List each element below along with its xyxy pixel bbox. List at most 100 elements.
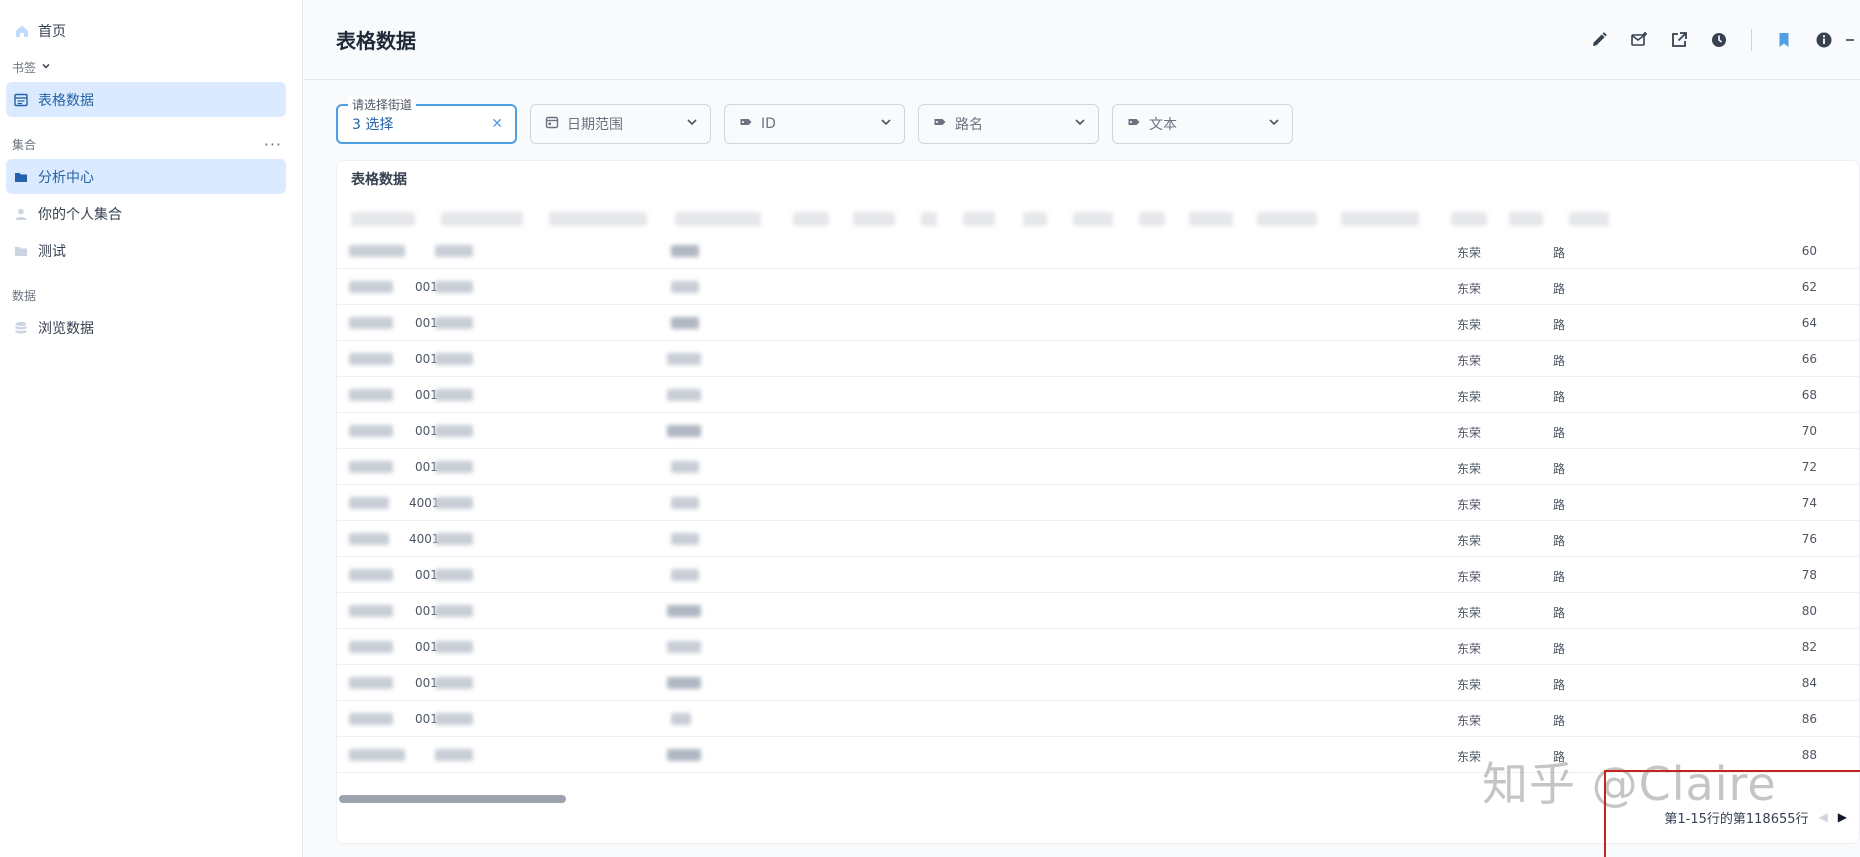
sidebar-item-browse-data[interactable]: 浏览数据 bbox=[6, 310, 286, 345]
column-header[interactable] bbox=[1189, 212, 1233, 226]
calendar-icon bbox=[545, 115, 559, 133]
column-header[interactable] bbox=[853, 212, 895, 226]
sidebar-item-personal-collection[interactable]: 你的个人集合 bbox=[6, 196, 286, 231]
number-cell: 78 bbox=[1801, 568, 1817, 582]
redacted-cell bbox=[667, 425, 701, 437]
table-icon bbox=[13, 92, 29, 108]
redacted-cell bbox=[667, 389, 701, 401]
sidebar-item-label: 你的个人集合 bbox=[38, 206, 122, 223]
toolbar-divider bbox=[1751, 28, 1752, 51]
redacted-cell bbox=[667, 353, 701, 365]
table-row[interactable]: 001 东荣 路 78 bbox=[337, 557, 1859, 593]
table-row[interactable]: 001 东荣 路 80 bbox=[337, 593, 1859, 629]
main-content: 表格数据 请选择街道 3 选择 ✕ 日期范围 ID 路名 文本 表格数据 东荣 … bbox=[304, 0, 1860, 857]
info-icon[interactable] bbox=[1804, 20, 1844, 60]
page-title: 表格数据 bbox=[336, 29, 416, 53]
column-header[interactable] bbox=[1257, 212, 1317, 226]
table-row[interactable]: 001 东荣 路 66 bbox=[337, 341, 1859, 377]
column-header[interactable] bbox=[1341, 212, 1419, 226]
district-cell: 东荣 bbox=[1457, 498, 1482, 512]
column-header[interactable] bbox=[793, 212, 829, 226]
street-filter[interactable]: 请选择街道 3 选择 ✕ bbox=[336, 96, 517, 144]
number-cell: 86 bbox=[1801, 712, 1817, 726]
column-header[interactable] bbox=[675, 212, 761, 226]
filter-label: ID bbox=[761, 116, 776, 132]
redacted-cell bbox=[349, 497, 389, 509]
share-icon[interactable] bbox=[1659, 20, 1699, 60]
column-header[interactable] bbox=[1509, 212, 1543, 226]
column-header[interactable] bbox=[1569, 212, 1609, 226]
column-header[interactable] bbox=[921, 212, 937, 226]
redacted-cell bbox=[671, 533, 699, 545]
sidebar-item-test[interactable]: 测试 bbox=[6, 233, 286, 268]
subscribe-icon[interactable] bbox=[1619, 20, 1659, 60]
table-row[interactable]: 4001 东荣 路 76 bbox=[337, 521, 1859, 557]
number-cell: 60 bbox=[1801, 244, 1817, 258]
redacted-cell bbox=[349, 353, 393, 365]
tag-icon bbox=[933, 115, 947, 133]
number-cell: 88 bbox=[1801, 748, 1817, 762]
table-row[interactable]: 001 东荣 路 70 bbox=[337, 413, 1859, 449]
table-row[interactable]: 001 东荣 路 64 bbox=[337, 305, 1859, 341]
section-label: 书签 bbox=[12, 60, 37, 75]
table-row[interactable]: 001 东荣 路 62 bbox=[337, 269, 1859, 305]
fullscreen-icon[interactable] bbox=[1844, 20, 1860, 60]
column-header[interactable] bbox=[1023, 212, 1047, 226]
table-row[interactable]: 001 东荣 路 82 bbox=[337, 629, 1859, 665]
bookmarks-section-header[interactable]: 书签 bbox=[0, 54, 302, 80]
more-options-icon[interactable]: ··· bbox=[264, 135, 282, 154]
district-cell: 东荣 bbox=[1457, 534, 1482, 548]
redacted-cell bbox=[667, 641, 701, 653]
sidebar-item-home[interactable]: 首页 bbox=[0, 14, 302, 48]
column-header[interactable] bbox=[1139, 212, 1165, 226]
edit-icon[interactable] bbox=[1579, 20, 1619, 60]
road-cell: 路 bbox=[1553, 390, 1566, 404]
road-name-filter[interactable]: 路名 bbox=[918, 104, 1099, 144]
text-filter[interactable]: 文本 bbox=[1112, 104, 1293, 144]
sidebar-item-label: 首页 bbox=[38, 24, 66, 40]
sidebar-item-analysis-center[interactable]: 分析中心 bbox=[6, 159, 286, 194]
horizontal-scrollbar[interactable] bbox=[339, 795, 566, 803]
database-icon bbox=[13, 320, 29, 336]
header-toolbar bbox=[1579, 20, 1860, 60]
column-header[interactable] bbox=[351, 212, 415, 226]
bookmark-icon[interactable] bbox=[1764, 20, 1804, 60]
column-header[interactable] bbox=[1451, 212, 1487, 226]
redacted-cell bbox=[349, 749, 405, 761]
date-range-filter[interactable]: 日期范围 bbox=[530, 104, 711, 144]
district-cell: 东荣 bbox=[1457, 642, 1482, 656]
table-row[interactable]: 001 东荣 路 68 bbox=[337, 377, 1859, 413]
district-cell: 东荣 bbox=[1457, 750, 1482, 764]
redacted-cell bbox=[671, 713, 691, 725]
redacted-cell bbox=[349, 461, 393, 473]
redacted-cell bbox=[349, 245, 405, 257]
data-section-header: 数据 bbox=[0, 282, 302, 308]
column-header[interactable] bbox=[963, 212, 995, 226]
chevron-down-icon bbox=[880, 116, 892, 132]
sidebar-item-label: 分析中心 bbox=[38, 169, 94, 186]
road-cell: 路 bbox=[1553, 570, 1566, 584]
number-cell: 84 bbox=[1801, 676, 1817, 690]
close-icon[interactable]: ✕ bbox=[491, 116, 503, 132]
column-header[interactable] bbox=[1073, 212, 1113, 226]
redacted-cell bbox=[671, 245, 699, 257]
redacted-cell bbox=[671, 569, 699, 581]
table-row[interactable]: 东荣 路 60 bbox=[337, 233, 1859, 269]
sidebar-item-table-data[interactable]: 表格数据 bbox=[6, 82, 286, 117]
table-row[interactable]: 001 东荣 路 84 bbox=[337, 665, 1859, 701]
number-cell: 76 bbox=[1801, 532, 1817, 546]
redacted-cell bbox=[349, 641, 393, 653]
section-label: 集合 bbox=[12, 137, 37, 152]
district-cell: 东荣 bbox=[1457, 390, 1482, 404]
column-header[interactable] bbox=[549, 212, 647, 226]
district-cell: 东荣 bbox=[1457, 282, 1482, 296]
tag-icon bbox=[739, 115, 753, 133]
column-header[interactable] bbox=[441, 212, 523, 226]
id-filter[interactable]: ID bbox=[724, 104, 905, 144]
tag-icon bbox=[1127, 115, 1141, 133]
table-row[interactable]: 001 东荣 路 86 bbox=[337, 701, 1859, 737]
history-icon[interactable] bbox=[1699, 20, 1739, 60]
road-cell: 路 bbox=[1553, 246, 1566, 260]
table-row[interactable]: 001 东荣 路 72 bbox=[337, 449, 1859, 485]
table-row[interactable]: 4001 东荣 路 74 bbox=[337, 485, 1859, 521]
